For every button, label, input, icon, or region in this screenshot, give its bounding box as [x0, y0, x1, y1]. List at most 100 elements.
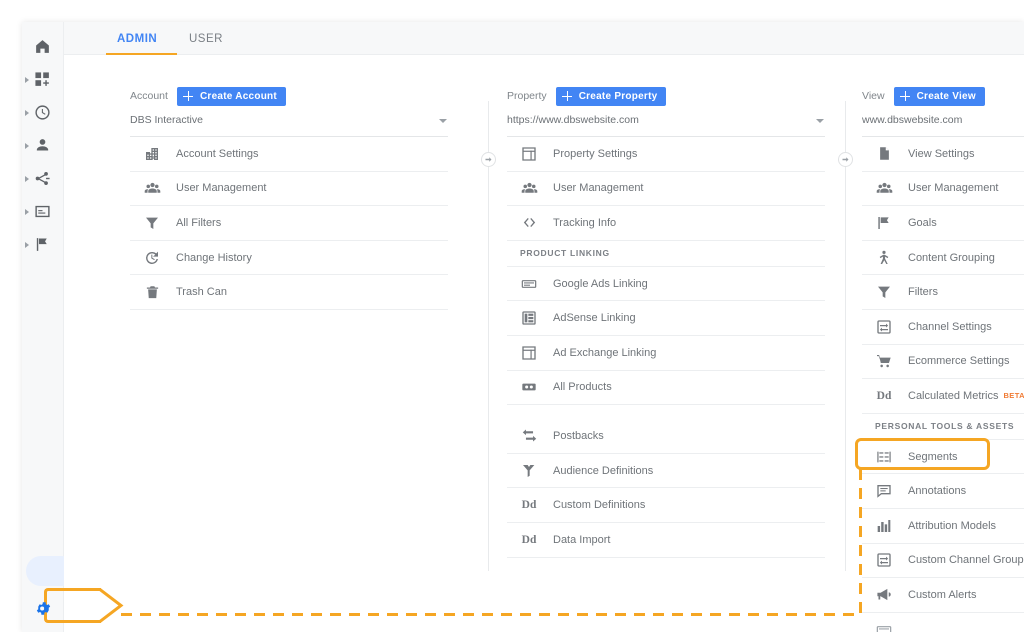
adexchange-icon	[520, 344, 538, 362]
row-label: Custom Channel Grouping	[908, 554, 1024, 567]
property-row-audience-definitions[interactable]: Audience Definitions	[507, 454, 825, 489]
account-row-user-management[interactable]: User Management	[130, 172, 448, 207]
rail-item-home[interactable]	[22, 32, 63, 61]
create-account-button[interactable]: Create Account	[176, 86, 286, 106]
view-row-goals[interactable]: Goals	[862, 206, 1024, 241]
property-selector[interactable]: https://www.dbswebsite.com	[507, 114, 825, 137]
view-row-user-management[interactable]: User Management	[862, 172, 1024, 207]
code-brackets-icon	[520, 214, 538, 232]
tab-user[interactable]: USER	[189, 22, 223, 55]
view-row-content-grouping[interactable]: Content Grouping	[862, 241, 1024, 276]
postbacks-icon	[520, 427, 538, 445]
rail-item-customization[interactable]	[22, 65, 63, 94]
behavior-card-icon	[35, 205, 50, 218]
property-row-data-import[interactable]: Dd Data Import	[507, 523, 825, 558]
view-row-ecommerce-settings[interactable]: Ecommerce Settings	[862, 345, 1024, 380]
account-menu-list: Account Settings User Management All Fil…	[130, 137, 448, 310]
account-selector[interactable]: DBS Interactive	[130, 114, 448, 137]
view-row-custom-channel-grouping[interactable]: Custom Channel Grouping BETA	[862, 544, 1024, 579]
property-row-property-settings[interactable]: Property Settings	[507, 137, 825, 172]
view-row-partial[interactable]	[862, 613, 1024, 632]
property-row-google-ads-linking[interactable]: Google Ads Linking	[507, 267, 825, 302]
row-label: Account Settings	[176, 147, 259, 160]
row-label: Ecommerce Settings	[908, 355, 1010, 368]
audience-person-icon	[36, 139, 49, 151]
column-divider-2	[845, 101, 846, 571]
account-row-change-history[interactable]: Change History	[130, 241, 448, 276]
row-label: Annotations	[908, 485, 967, 498]
rail-item-audience[interactable]	[22, 131, 63, 160]
rail-item-realtime[interactable]	[22, 98, 63, 127]
property-row-postbacks[interactable]: Postbacks	[507, 419, 825, 454]
collapse-account-column-button[interactable]	[481, 152, 496, 167]
account-row-trash-can[interactable]: Trash Can	[130, 275, 448, 310]
arrow-right-icon	[842, 157, 849, 162]
view-row-view-settings[interactable]: View Settings	[862, 137, 1024, 172]
view-row-channel-settings[interactable]: Channel Settings	[862, 310, 1024, 345]
people-icon	[875, 179, 893, 197]
view-row-custom-alerts[interactable]: Custom Alerts	[862, 578, 1024, 613]
gear-icon	[36, 602, 50, 615]
property-selected-value: https://www.dbswebsite.com	[507, 114, 639, 126]
people-icon	[143, 179, 161, 197]
view-row-segments[interactable]: Segments	[862, 440, 1024, 475]
account-row-all-filters[interactable]: All Filters	[130, 206, 448, 241]
rail-item-admin[interactable]	[22, 556, 76, 632]
row-label: Content Grouping	[908, 251, 995, 264]
rail-bottom-group	[22, 554, 76, 632]
tab-admin[interactable]: ADMIN	[117, 22, 157, 55]
create-view-label: Create View	[916, 90, 976, 102]
view-column: View Create View www.dbswebsite.com View…	[862, 55, 1024, 632]
view-row-calculated-metrics[interactable]: Dd Calculated Metrics BETA	[862, 379, 1024, 414]
analytics-admin-window: ADMIN USER Account Create Account DBS In…	[22, 22, 1024, 632]
account-row-account-settings[interactable]: Account Settings	[130, 137, 448, 172]
account-selected-value: DBS Interactive	[130, 114, 203, 126]
row-label: Audience Definitions	[553, 464, 654, 477]
cart-icon	[875, 352, 893, 370]
chevron-down-icon	[816, 119, 824, 123]
channel-settings-icon	[875, 551, 893, 569]
rail-item-behavior[interactable]	[22, 197, 63, 226]
left-nav-rail	[22, 22, 76, 632]
chevron-right-icon	[25, 208, 29, 215]
rail-item-conversions[interactable]	[22, 230, 63, 259]
plus-icon	[562, 91, 573, 102]
section-personal-tools-assets: PERSONAL TOOLS & ASSETS	[862, 414, 1024, 440]
create-property-button[interactable]: Create Property	[555, 86, 667, 106]
property-row-tracking-info[interactable]: Tracking Info	[507, 206, 825, 241]
property-row-user-management[interactable]: User Management	[507, 172, 825, 207]
view-selector[interactable]: www.dbswebsite.com	[862, 114, 1024, 137]
view-row-filters[interactable]: Filters	[862, 275, 1024, 310]
property-row-ad-exchange-linking[interactable]: Ad Exchange Linking	[507, 336, 825, 371]
collapse-property-column-button[interactable]	[838, 152, 853, 167]
view-row-attribution-models[interactable]: Attribution Models	[862, 509, 1024, 544]
property-label: Property	[507, 90, 547, 102]
row-label: Property Settings	[553, 147, 638, 160]
segments-icon	[875, 448, 893, 466]
create-view-button[interactable]: Create View	[893, 86, 985, 106]
conversions-flag-icon	[36, 238, 47, 251]
dd-icon: Dd	[521, 499, 537, 512]
view-row-annotations[interactable]: Annotations	[862, 474, 1024, 509]
layout-icon	[520, 145, 538, 163]
admin-tabbar: ADMIN USER	[64, 22, 1024, 56]
adsense-icon	[520, 309, 538, 327]
property-menu-list: Property Settings User Management Tracki…	[507, 137, 825, 558]
property-row-adsense-linking[interactable]: AdSense Linking	[507, 301, 825, 336]
ads-icon	[520, 275, 538, 293]
plus-icon	[900, 91, 911, 102]
megaphone-icon	[875, 586, 893, 604]
arrow-right-icon	[485, 157, 492, 162]
dd-icon: Dd	[876, 389, 892, 402]
dd-icon: Dd	[521, 533, 537, 546]
property-row-custom-definitions[interactable]: Dd Custom Definitions	[507, 488, 825, 523]
chevron-right-icon	[25, 241, 29, 248]
row-label: View Settings	[908, 147, 975, 160]
property-row-all-products[interactable]: All Products	[507, 371, 825, 406]
menu-gap	[507, 405, 825, 419]
row-label: Filters	[908, 286, 938, 299]
chevron-right-icon	[25, 109, 29, 116]
view-selected-value: www.dbswebsite.com	[862, 114, 963, 126]
account-column-header: Account Create Account	[130, 86, 448, 106]
rail-item-acquisition[interactable]	[22, 164, 63, 193]
